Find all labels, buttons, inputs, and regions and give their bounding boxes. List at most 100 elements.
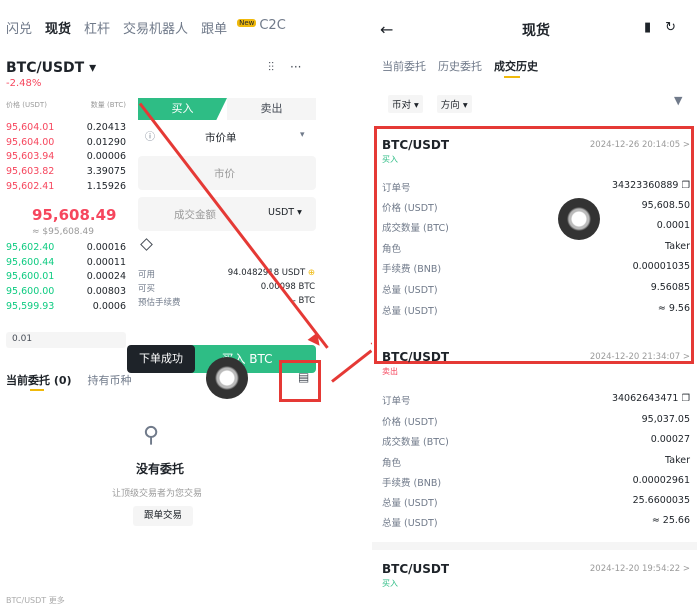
ask-qty: 0.01290 [86, 136, 126, 148]
add-funds-icon[interactable]: ⊕ [308, 268, 315, 278]
bid-row[interactable]: 95,600.44 0.00011 [6, 255, 126, 270]
buyable-value: 0.00098 BTC [260, 282, 315, 292]
available-label: 可用 [138, 270, 156, 280]
highlight-box-trade [374, 126, 694, 364]
pair-filter[interactable]: 币对 ▾ [388, 95, 423, 113]
ask-qty: 0.00006 [86, 151, 126, 163]
candlestick-icon[interactable]: ⫶⫶ [268, 60, 274, 75]
touch-cursor [206, 357, 248, 399]
ask-price: 95,604.00 [6, 136, 55, 148]
ob-qty-header: 数量 (BTC) [90, 101, 126, 109]
ask-row[interactable]: 95,604.01 0.20413 [6, 120, 126, 135]
bid-price: 95,599.93 [6, 301, 55, 313]
ask-price: 95,603.94 [6, 151, 55, 163]
trade-history-screen: ← 现货 ▮ ↻ 当前委托 历史委托 成交历史 币对 ▾ 方向 ▾ ▼ BTC/… [372, 0, 697, 607]
tab-trading-bots[interactable]: 交易机器人 [123, 18, 188, 37]
new-badge: New [237, 19, 257, 27]
page-title: 现货 [522, 23, 550, 39]
ask-qty: 1.15926 [86, 181, 126, 193]
row-value: Taker [665, 455, 690, 466]
ask-price: 95,603.82 [6, 166, 55, 178]
trade-card[interactable]: BTC/USDT 买入 2024-12-20 19:54:22 > [382, 562, 690, 602]
available-value: 94.0482918 USDT ⊕ [200, 268, 315, 278]
tab-open-orders[interactable]: 当前委托 (0) [6, 372, 72, 391]
bid-price: 95,600.01 [6, 271, 55, 283]
card-row: 订单号 34062643471 ❐ [382, 393, 690, 407]
row-key: 角色 [382, 458, 402, 469]
title-icons: ▮ ↻ [644, 20, 676, 35]
filter-icon[interactable]: ▼ [674, 94, 682, 107]
empty-title: 没有委托 [136, 462, 185, 476]
copy-trading-button[interactable]: 跟单交易 [133, 506, 193, 526]
tab-c2c[interactable]: C2C [259, 18, 285, 37]
card-side: 买入 [382, 579, 398, 588]
tab-copy-trading[interactable]: 跟单 New [201, 18, 257, 37]
side-filter[interactable]: 方向 ▾ [436, 95, 472, 113]
search-icon: ⚲ [143, 423, 160, 448]
buyable-label: 可买 [138, 284, 156, 294]
filter-bar: 币对 ▾ 方向 ▾ [388, 95, 472, 113]
bid-row[interactable]: 95,599.93 0.0006 [6, 299, 126, 314]
card-row: 总量 (USDT) 25.6600035 [382, 495, 690, 509]
tab-holdings[interactable]: 持有币种 [88, 372, 132, 388]
bid-row[interactable]: 95,600.00 0.00803 [6, 284, 126, 299]
amount-placeholder: 成交金额 [174, 209, 216, 221]
slider-handle[interactable] [140, 238, 153, 251]
bid-row[interactable]: 95,602.40 0.00016 [6, 240, 126, 255]
row-key: 订单号 [382, 396, 411, 407]
order-type-select[interactable]: 市价单 [205, 130, 237, 145]
fee-value: -- BTC [289, 296, 315, 306]
card-row: 手续费 (BNB) 0.00002961 [382, 475, 690, 489]
document-icon[interactable]: ▮ [644, 20, 651, 35]
tab-open-orders-label: 当前委托 (0) [6, 374, 72, 387]
tab-open-orders[interactable]: 当前委托 [382, 58, 426, 74]
ask-row[interactable]: 95,602.41 1.15926 [6, 179, 126, 194]
chevron-down-icon: ▾ [300, 130, 305, 140]
bid-row[interactable]: 95,600.01 0.00024 [6, 270, 126, 285]
row-key: 成交数量 (BTC) [382, 437, 449, 448]
price-input[interactable]: 市价 [138, 156, 316, 190]
fee-label: 预估手续费 [138, 298, 181, 308]
bid-qty: 0.00803 [86, 286, 126, 298]
ask-qty: 3.39075 [86, 166, 126, 178]
divider [372, 542, 697, 550]
asks-list: 95,604.01 0.20413 95,604.00 0.01290 95,603… [6, 120, 126, 194]
amount-unit-select[interactable]: USDT ▾ [268, 207, 302, 218]
tab-trade-history[interactable]: 成交历史 [494, 58, 538, 78]
ask-row[interactable]: 95,604.00 0.01290 [6, 135, 126, 150]
info-icon[interactable]: ⓘ [145, 128, 155, 143]
row-value[interactable]: 34062643471 ❐ [612, 393, 690, 407]
last-price: 95,608.49 [32, 206, 117, 224]
pair-selector[interactable]: BTC/USDT ▾ [6, 60, 96, 76]
refresh-icon[interactable]: ↻ [665, 20, 676, 35]
depth-precision-select[interactable]: 0.01 [6, 332, 126, 348]
row-key: 总量 (USDT) [382, 518, 438, 529]
tab-margin[interactable]: 杠杆 [84, 18, 110, 37]
tab-convert[interactable]: 闪兑 [6, 18, 32, 37]
price-change: -2.48% [6, 78, 42, 89]
ask-row[interactable]: 95,603.94 0.00006 [6, 150, 126, 165]
row-key: 总量 (USDT) [382, 498, 438, 509]
ask-price: 95,602.41 [6, 181, 55, 193]
back-arrow-icon[interactable]: ← [380, 20, 393, 39]
trade-card[interactable]: BTC/USDT 卖出 2024-12-20 21:34:07 > 订单号 340… [382, 350, 690, 530]
row-value: 25.6600035 [632, 495, 690, 506]
price-placeholder: 市价 [214, 168, 235, 180]
ask-row[interactable]: 95,603.82 3.39075 [6, 164, 126, 179]
ob-price-header: 价格 (USDT) [6, 101, 47, 109]
card-row: 角色 Taker [382, 455, 690, 469]
annotation-arrow-line-2 [331, 349, 373, 383]
header-icons: ⫶⫶ ··· [268, 60, 301, 75]
bid-qty: 0.0006 [92, 301, 126, 313]
card-pair: BTC/USDT [382, 350, 450, 364]
row-key: 价格 (USDT) [382, 417, 438, 428]
history-tabs: 当前委托 历史委托 成交历史 [382, 58, 538, 78]
more-icon[interactable]: ··· [290, 60, 301, 75]
sell-tab[interactable]: 卖出 [227, 98, 316, 120]
spot-trade-screen: 闪兑 现货 杠杆 交易机器人 跟单 New C2C BTC/USDT ▾ -2.4… [0, 0, 327, 607]
tab-order-history[interactable]: 历史委托 [438, 58, 482, 74]
row-value: 0.00002961 [632, 475, 690, 486]
tab-spot[interactable]: 现货 [45, 18, 71, 37]
orderbook-header: 价格 (USDT) 数量 (BTC) [6, 100, 126, 110]
empty-subtitle: 让顶级交易者为您交易 [112, 489, 203, 499]
